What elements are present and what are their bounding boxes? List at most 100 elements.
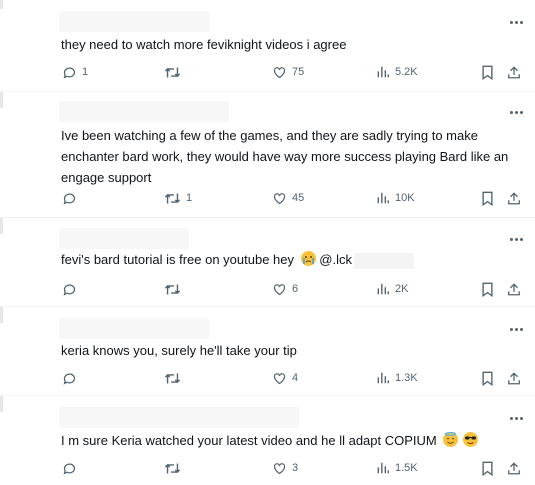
repost-button[interactable]: [164, 368, 186, 388]
share-button[interactable]: [507, 188, 521, 208]
reply-button[interactable]: [62, 188, 82, 208]
like-count: 45: [292, 192, 305, 204]
like-button[interactable]: 4: [272, 368, 298, 388]
reply-post[interactable]: they need to watch more feviknight video…: [0, 0, 535, 92]
views-count: 10K: [395, 192, 415, 204]
reply-button[interactable]: 1: [62, 62, 88, 82]
action-bar: 6 2K: [0, 279, 535, 299]
heart-icon: [273, 192, 286, 204]
author-name-redacted: [59, 407, 299, 428]
repost-button[interactable]: [164, 279, 186, 299]
reply-count: 1: [82, 66, 89, 78]
author-name-redacted: [59, 318, 209, 339]
more-options-icon[interactable]: [509, 325, 523, 333]
reply-text: Ive been watching a few of the games, an…: [61, 125, 521, 188]
more-options-icon[interactable]: [509, 18, 523, 26]
share-icon: [508, 191, 520, 204]
bookmark-button[interactable]: [481, 458, 494, 478]
reply-text: keria knows you, surely he'll take your …: [61, 340, 521, 361]
repost-button[interactable]: [164, 458, 186, 478]
more-options-icon[interactable]: [509, 108, 523, 116]
author-name-redacted: [59, 228, 189, 249]
sunglasses-face-emoji: [463, 432, 478, 447]
bookmark-icon: [482, 371, 493, 386]
views-count: 2K: [395, 283, 409, 295]
like-button[interactable]: 3: [272, 458, 298, 478]
like-count: 3: [292, 462, 299, 474]
heart-icon: [273, 462, 286, 474]
views-button[interactable]: 1.3K: [376, 368, 418, 388]
views-button[interactable]: 10K: [376, 188, 415, 208]
like-button[interactable]: 6: [272, 279, 298, 299]
reply-post[interactable]: Ive been watching a few of the games, an…: [0, 92, 535, 218]
repost-icon: [164, 463, 181, 473]
views-count: 1.5K: [395, 462, 418, 474]
reply-post[interactable]: keria knows you, surely he'll take your …: [0, 307, 535, 396]
reply-button[interactable]: [62, 279, 82, 299]
reply-icon: [63, 463, 76, 475]
like-button[interactable]: 75: [272, 62, 304, 82]
reply-text: fevi's bard tutorial is free on youtube …: [61, 249, 521, 270]
bookmark-button[interactable]: [481, 62, 494, 82]
reply-icon: [63, 193, 76, 205]
reply-icon: [63, 373, 76, 385]
more-options-icon[interactable]: [509, 235, 523, 243]
halo-face-emoji: [443, 432, 459, 447]
reply-text-body: keria knows you, surely he'll take your …: [61, 343, 297, 358]
action-bar: 1 75 5.2K: [0, 62, 535, 82]
like-button[interactable]: 45: [272, 188, 304, 208]
reply-text: I m sure Keria watched your latest video…: [61, 430, 521, 451]
share-icon: [508, 65, 520, 78]
share-icon: [508, 371, 520, 384]
reply-text-body: they need to watch more feviknight video…: [61, 37, 347, 52]
heart-icon: [273, 283, 286, 295]
crying-face-emoji: [300, 251, 316, 266]
share-button[interactable]: [507, 458, 521, 478]
views-button[interactable]: 1.5K: [376, 458, 418, 478]
bookmark-button[interactable]: [481, 188, 494, 208]
reply-button[interactable]: [62, 458, 82, 478]
author-name-redacted: [59, 101, 229, 122]
bookmark-button[interactable]: [481, 279, 494, 299]
share-button[interactable]: [507, 279, 521, 299]
mention-redacted: [353, 252, 414, 269]
share-icon: [508, 461, 520, 474]
views-button[interactable]: 2K: [376, 279, 408, 299]
repost-button[interactable]: 1: [164, 188, 192, 208]
reply-text-body: fevi's bard tutorial is free on youtube …: [61, 252, 295, 267]
reply-post[interactable]: I m sure Keria watched your latest video…: [0, 396, 535, 485]
reply-text: they need to watch more feviknight video…: [61, 34, 521, 55]
reply-icon: [63, 284, 76, 296]
repost-icon: [164, 284, 181, 294]
repost-button[interactable]: [164, 62, 186, 82]
more-options-icon[interactable]: [509, 414, 523, 422]
like-count: 4: [292, 372, 299, 384]
repost-icon: [164, 193, 181, 203]
views-button[interactable]: 5.2K: [376, 62, 418, 82]
bookmark-icon: [482, 282, 493, 297]
like-count: 6: [292, 283, 299, 295]
reply-text-body: Ive been watching a few of the games, an…: [61, 128, 509, 185]
repost-count: 1: [186, 192, 193, 204]
views-icon: [377, 283, 389, 295]
action-bar: 4 1.3K: [0, 368, 535, 388]
share-button[interactable]: [507, 368, 521, 388]
reply-button[interactable]: [62, 368, 82, 388]
mention-link[interactable]: @.lck: [319, 252, 352, 267]
views-icon: [377, 66, 389, 78]
views-icon: [377, 192, 389, 204]
share-button[interactable]: [507, 62, 521, 82]
views-count: 1.3K: [395, 372, 418, 384]
heart-icon: [273, 372, 286, 384]
reply-icon: [63, 67, 76, 79]
bookmark-icon: [482, 65, 493, 80]
reply-post[interactable]: fevi's bard tutorial is free on youtube …: [0, 218, 535, 307]
bookmark-button[interactable]: [481, 368, 494, 388]
action-bar: 1 45 10K: [0, 188, 535, 208]
share-icon: [508, 282, 520, 295]
action-bar: 3 1.5K: [0, 458, 535, 478]
heart-icon: [273, 66, 286, 78]
repost-icon: [164, 67, 181, 77]
repost-icon: [164, 373, 181, 383]
like-count: 75: [292, 66, 305, 78]
